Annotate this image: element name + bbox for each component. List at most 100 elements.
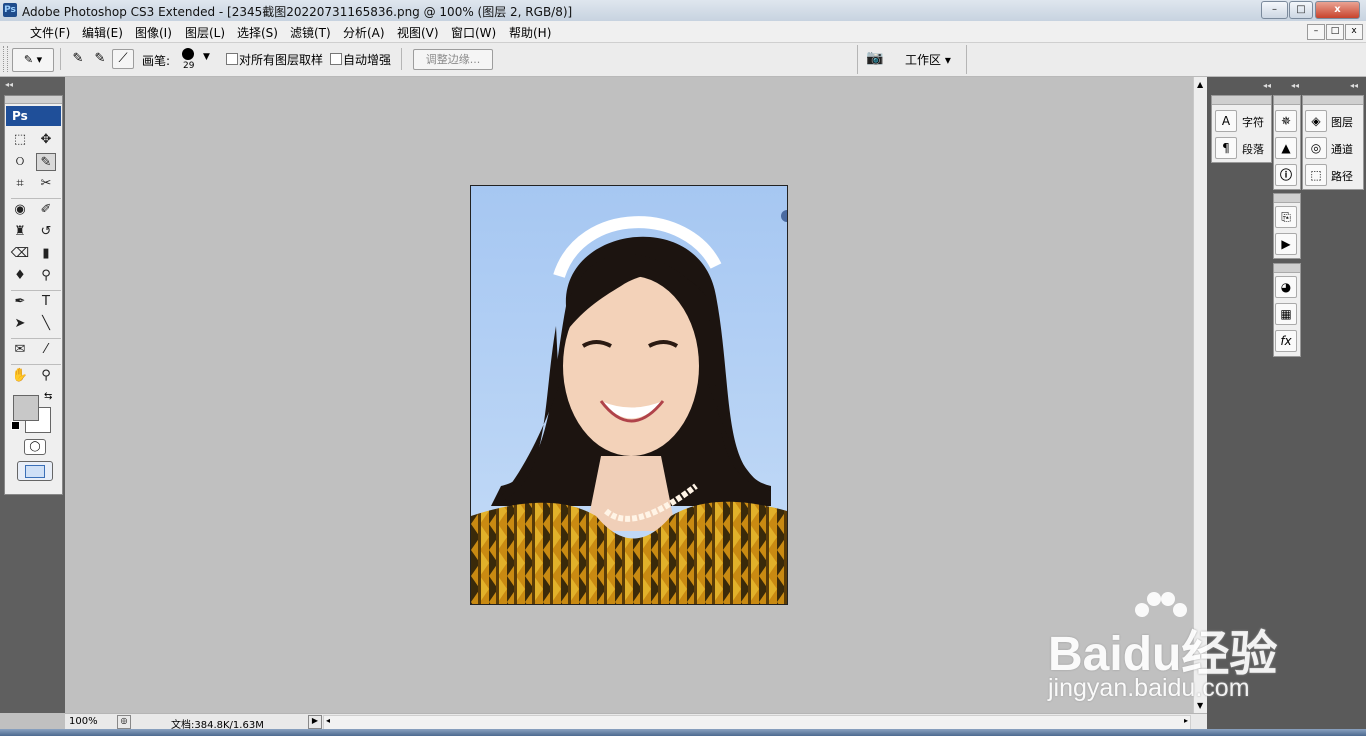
doc-close-button[interactable]: x bbox=[1345, 24, 1363, 40]
navigator-icon[interactable]: ✵ bbox=[1275, 110, 1297, 132]
move-tool-icon[interactable]: ✥ bbox=[36, 131, 56, 149]
layers-icon[interactable]: ◈ bbox=[1305, 110, 1327, 132]
clone-stamp-tool-icon[interactable]: ♜ bbox=[10, 223, 30, 241]
zoom-level[interactable]: 100% bbox=[69, 716, 98, 727]
type-tool-icon[interactable]: T bbox=[36, 293, 56, 311]
menu-file[interactable]: 文件(F) bbox=[30, 24, 70, 41]
title-bar: Ps Adobe Photoshop CS3 Extended - [2345截… bbox=[0, 0, 1366, 22]
panel-grip[interactable] bbox=[1274, 194, 1300, 203]
type-panel-group: A 字符 ¶ 段落 bbox=[1211, 95, 1272, 163]
layers-panel-label[interactable]: 图层 bbox=[1331, 114, 1353, 130]
doc-restore-button[interactable]: □ bbox=[1326, 24, 1344, 40]
minimize-window-button[interactable]: – bbox=[1261, 1, 1288, 19]
new-selection-icon[interactable]: ✎ bbox=[68, 51, 88, 69]
styles-fx-icon[interactable]: fx bbox=[1275, 330, 1297, 352]
screen-mode-icon[interactable] bbox=[17, 461, 53, 481]
scroll-right-arrow-icon[interactable]: ▸ bbox=[1184, 716, 1188, 725]
crop-tool-icon[interactable]: ⌗ bbox=[10, 175, 30, 193]
menu-edit[interactable]: 编辑(E) bbox=[82, 24, 123, 41]
channels-panel-label[interactable]: 通道 bbox=[1331, 141, 1353, 157]
tool-preset-picker[interactable]: ✎ ▾ bbox=[12, 48, 54, 72]
refine-edge-button[interactable]: 调整边缘... bbox=[413, 49, 493, 70]
collapse-toolbox-icon[interactable]: ◂◂ bbox=[5, 80, 13, 89]
menu-analysis[interactable]: 分析(A) bbox=[343, 24, 385, 41]
swap-colors-icon[interactable]: ⇆ bbox=[44, 391, 52, 402]
history-icon[interactable]: ⎘ bbox=[1275, 206, 1297, 228]
menu-select[interactable]: 选择(S) bbox=[237, 24, 278, 41]
bridge-icon[interactable]: 📷 bbox=[864, 50, 886, 68]
options-divider bbox=[966, 45, 967, 74]
hand-tool-icon[interactable]: ✋ bbox=[10, 367, 30, 385]
line-tool-icon[interactable]: ╲ bbox=[36, 315, 56, 333]
options-bar-grip[interactable] bbox=[3, 46, 8, 72]
menu-window[interactable]: 窗口(W) bbox=[451, 24, 496, 41]
collapse-dock-icon[interactable]: ◂◂ bbox=[1291, 81, 1299, 90]
collapse-dock-icon[interactable]: ◂◂ bbox=[1350, 81, 1358, 90]
horizontal-scrollbar[interactable]: ◂ ▸ bbox=[323, 715, 1191, 730]
actions-icon[interactable]: ▶ bbox=[1275, 233, 1297, 255]
gradient-tool-icon[interactable]: ▮ bbox=[36, 245, 56, 263]
lasso-tool-icon[interactable]: ଠ bbox=[10, 153, 30, 171]
panel-grip[interactable] bbox=[1212, 96, 1271, 105]
paths-panel-label[interactable]: 路径 bbox=[1331, 168, 1353, 184]
foreground-color-swatch[interactable] bbox=[13, 395, 39, 421]
swatches-icon[interactable]: ▦ bbox=[1275, 303, 1297, 325]
path-selection-tool-icon[interactable]: ➤ bbox=[10, 315, 30, 333]
maximize-window-button[interactable]: □ bbox=[1289, 1, 1313, 19]
menu-image[interactable]: 图像(I) bbox=[135, 24, 172, 41]
toolbox-grip[interactable] bbox=[5, 96, 62, 104]
menu-help[interactable]: 帮助(H) bbox=[509, 24, 551, 41]
brush-label: 画笔: bbox=[142, 54, 171, 68]
color-palette-icon[interactable]: ◕ bbox=[1275, 276, 1297, 298]
history-panel-group: ⎘ ▶ bbox=[1273, 193, 1301, 259]
add-to-selection-icon[interactable]: ✎ bbox=[90, 51, 110, 69]
quick-selection-tool-icon[interactable]: ✎ bbox=[36, 153, 56, 171]
menu-layer[interactable]: 图层(L) bbox=[185, 24, 225, 41]
quick-mask-icon[interactable]: ◯ bbox=[24, 439, 46, 455]
marquee-tool-icon[interactable]: ⬚ bbox=[10, 131, 30, 149]
history-brush-tool-icon[interactable]: ↺ bbox=[36, 223, 56, 241]
subtract-from-selection-icon[interactable]: ⟋ bbox=[112, 49, 134, 69]
scroll-left-arrow-icon[interactable]: ◂ bbox=[326, 716, 330, 725]
paragraph-panel-label[interactable]: 段落 bbox=[1242, 141, 1264, 157]
panel-grip[interactable] bbox=[1303, 96, 1363, 105]
character-panel-label[interactable]: 字符 bbox=[1242, 114, 1264, 130]
panel-grip[interactable] bbox=[1274, 264, 1300, 273]
brush-dropdown-chevron-icon[interactable]: ▼ bbox=[203, 52, 210, 62]
notes-tool-icon[interactable]: ✉ bbox=[10, 341, 30, 359]
character-panel-icon[interactable]: A bbox=[1215, 110, 1237, 132]
status-menu-arrow-icon[interactable]: ▶ bbox=[308, 715, 322, 729]
scroll-up-arrow-icon[interactable]: ▲ bbox=[1197, 80, 1203, 89]
workspace-menu[interactable]: 工作区 ▾ bbox=[905, 51, 951, 68]
tool-separator bbox=[11, 338, 61, 339]
brush-tool-icon[interactable]: ✐ bbox=[36, 201, 56, 219]
histogram-icon[interactable]: ▲ bbox=[1275, 137, 1297, 159]
spot-healing-tool-icon[interactable]: ◉ bbox=[10, 201, 30, 219]
close-window-button[interactable]: x bbox=[1315, 1, 1360, 19]
collapse-dock-icon[interactable]: ◂◂ bbox=[1263, 81, 1271, 90]
workspace-label: 工作区 bbox=[905, 53, 942, 67]
brush-size-value: 29 bbox=[183, 61, 195, 71]
status-bar: 100% ◎ 文档:384.8K/1.63M ▶ ◂ ▸ bbox=[65, 713, 1207, 731]
info-icon[interactable]: ⓘ bbox=[1275, 164, 1297, 186]
sample-all-layers-checkbox[interactable] bbox=[226, 53, 238, 65]
slice-tool-icon[interactable]: ✂ bbox=[36, 175, 56, 193]
pen-tool-icon[interactable]: ✒ bbox=[10, 293, 30, 311]
eyedropper-tool-icon[interactable]: ⁄ bbox=[36, 341, 56, 359]
brush-preview-icon[interactable] bbox=[182, 48, 194, 60]
document-canvas[interactable] bbox=[470, 185, 788, 605]
blur-tool-icon[interactable]: ♦ bbox=[10, 267, 30, 285]
channels-icon[interactable]: ◎ bbox=[1305, 137, 1327, 159]
panel-grip[interactable] bbox=[1274, 96, 1300, 105]
default-colors-icon[interactable] bbox=[11, 421, 20, 430]
doc-minimize-button[interactable]: – bbox=[1307, 24, 1325, 40]
eraser-tool-icon[interactable]: ⌫ bbox=[10, 245, 30, 263]
dodge-tool-icon[interactable]: ⚲ bbox=[36, 267, 56, 285]
zoom-tool-icon[interactable]: ⚲ bbox=[36, 367, 56, 385]
menu-filter[interactable]: 滤镜(T) bbox=[290, 24, 331, 41]
paragraph-panel-icon[interactable]: ¶ bbox=[1215, 137, 1237, 159]
paths-icon[interactable]: ⬚ bbox=[1305, 164, 1327, 186]
status-options-icon[interactable]: ◎ bbox=[117, 715, 131, 729]
auto-enhance-checkbox[interactable] bbox=[330, 53, 342, 65]
menu-view[interactable]: 视图(V) bbox=[397, 24, 439, 41]
